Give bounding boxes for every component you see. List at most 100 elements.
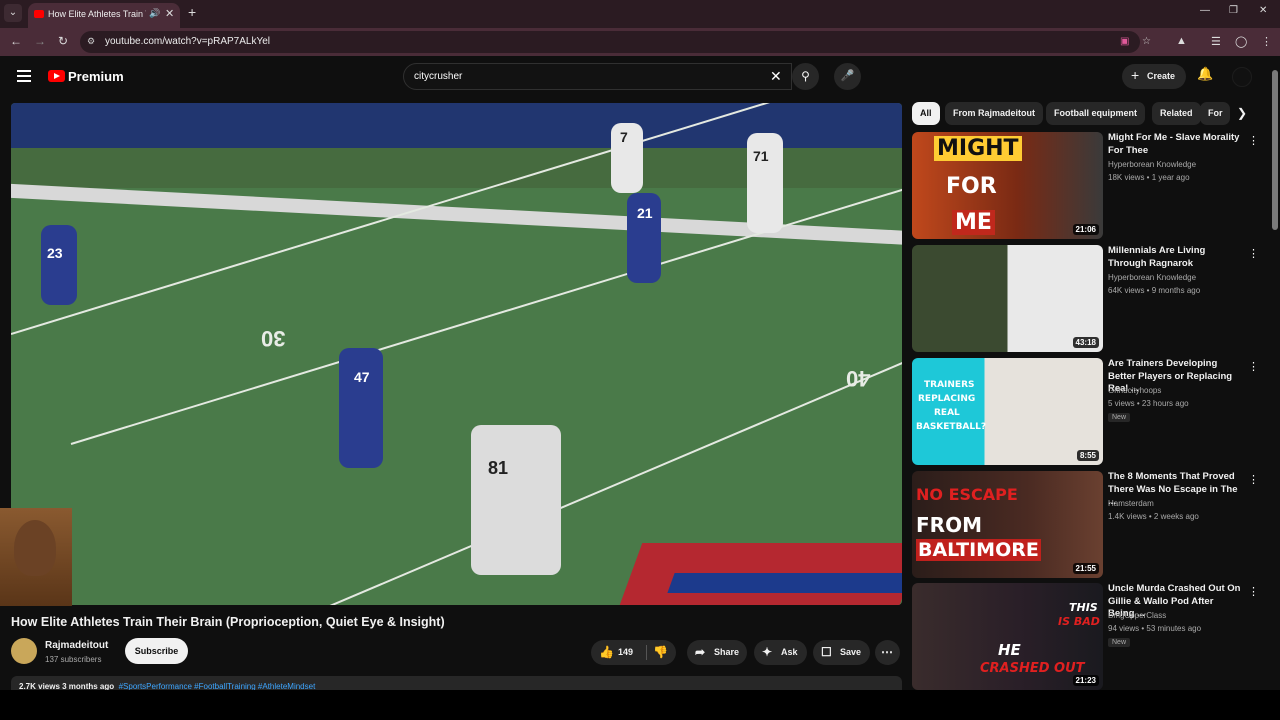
video-duration: 43:18 <box>1072 337 1099 348</box>
video-player[interactable]: 30 40 23 21 7 71 47 81 <box>11 103 902 605</box>
plus-icon: + <box>1131 67 1140 83</box>
more-actions-button[interactable]: ⋯ <box>875 640 900 665</box>
reload-icon[interactable]: ↻ <box>58 34 68 48</box>
rec-channel[interactable]: Hyperborean Knowledge <box>1108 160 1196 169</box>
create-label: Create <box>1147 71 1176 81</box>
football-player <box>339 348 383 468</box>
presenter-face <box>14 520 56 576</box>
field-number: 30 <box>261 326 286 351</box>
jersey-number: 21 <box>637 205 653 221</box>
thumbnail-text: TRAINERS <box>924 380 975 390</box>
rec-channel[interactable]: Hyperborean Knowledge <box>1108 273 1196 282</box>
chip-football-equipment[interactable]: Football equipment <box>1046 102 1145 125</box>
bookmark-star-icon[interactable]: ☆ <box>1142 36 1151 47</box>
new-tab-plus-icon[interactable]: + <box>188 4 196 20</box>
rec-title[interactable]: Might For Me - Slave Morality For Thee <box>1108 132 1242 157</box>
notifications-bell-icon[interactable]: 🔔 <box>1197 66 1213 82</box>
bookmark-icon: ☐ <box>821 645 832 659</box>
create-button[interactable]: + Create <box>1122 64 1186 89</box>
share-label: Share <box>714 647 740 657</box>
search-value: citycrusher <box>414 71 463 82</box>
video-thumbnail[interactable]: TRAINERS REPLACING REAL BASKETBALL? 8:55 <box>912 358 1103 465</box>
thumbs-up-icon[interactable]: 👍 <box>599 645 614 659</box>
recommendation-item[interactable]: NO ESCAPE FROM BALTIMORE 21:55 The 8 Mom… <box>912 471 1262 579</box>
recommendation-item[interactable]: MIGHT FOR ME 21:06 Might For Me - Slave … <box>912 132 1262 240</box>
more-vertical-icon[interactable]: ⋮ <box>1248 473 1259 486</box>
chip-all[interactable]: All <box>912 102 940 125</box>
youtube-logo-icon[interactable] <box>48 70 65 82</box>
youtube-header: Premium citycrusher ✕ ⚲ 🎤 + Create 🔔 <box>0 56 1270 98</box>
hashtags[interactable]: #SportsPerformance #FootballTraining #At… <box>119 682 316 690</box>
chevron-right-icon[interactable]: ❯ <box>1237 106 1247 120</box>
recommendation-item[interactable]: 43:18 Millennials Are Living Through Rag… <box>912 245 1262 353</box>
thumbnail-text: REAL <box>934 408 960 418</box>
recommendation-item[interactable]: THIS IS BAD HE CRASHED OUT 21:23 Uncle M… <box>912 583 1262 691</box>
tab-close-icon[interactable]: ✕ <box>165 7 174 20</box>
thumbnail-text: MIGHT <box>934 136 1022 161</box>
endzone-paint-blue <box>667 573 902 593</box>
profile-icon[interactable]: ◯ <box>1235 35 1247 48</box>
thumbs-down-icon[interactable]: 👎 <box>653 645 668 659</box>
rec-meta: 5 views • 23 hours ago <box>1108 399 1189 408</box>
jersey-number: 71 <box>753 148 769 164</box>
video-title: How Elite Athletes Train Their Brain (Pr… <box>11 615 445 629</box>
address-bar[interactable]: ⚙ youtube.com/watch?v=pRAP7ALkYel ▣ ☆ <box>80 31 1151 53</box>
rec-channel[interactable]: Grindcityhoops <box>1108 386 1161 395</box>
browser-tab[interactable]: How Elite Athletes Train Th 🔊 ✕ <box>28 3 180 28</box>
like-divider <box>646 645 647 660</box>
page-scrollbar[interactable] <box>1270 56 1280 690</box>
microphone-icon[interactable]: 🎤 <box>834 63 861 90</box>
more-vertical-icon[interactable]: ⋮ <box>1248 134 1259 147</box>
video-thumbnail[interactable]: 43:18 <box>912 245 1103 352</box>
rec-channel[interactable]: BmgUpperClass <box>1108 611 1166 620</box>
search-icon[interactable]: ⚲ <box>792 63 819 90</box>
save-button[interactable]: ☐ Save <box>813 640 870 665</box>
like-dislike-group: 👍 149 👎 <box>591 640 676 665</box>
speaker-icon[interactable]: 🔊 <box>149 8 160 19</box>
scrollbar-thumb[interactable] <box>1272 70 1278 230</box>
extensions-icon[interactable]: ▲ <box>1176 35 1187 47</box>
maximize-icon[interactable]: ❐ <box>1229 5 1238 16</box>
clear-search-icon[interactable]: ✕ <box>770 68 782 85</box>
thumbnail-text: ME <box>952 210 995 235</box>
like-count[interactable]: 149 <box>618 647 633 657</box>
chip-from-channel[interactable]: From Rajmadeitout <box>945 102 1044 125</box>
rec-title[interactable]: Millennials Are Living Through Ragnarok <box>1108 245 1242 270</box>
video-thumbnail[interactable]: NO ESCAPE FROM BALTIMORE 21:55 <box>912 471 1103 578</box>
more-vertical-icon[interactable]: ⋮ <box>1248 247 1259 260</box>
more-vertical-icon[interactable]: ⋮ <box>1248 585 1259 598</box>
channel-name[interactable]: Rajmadeitout <box>45 640 108 651</box>
media-control-icon[interactable]: ☰ <box>1211 35 1221 48</box>
back-icon[interactable]: ← <box>10 34 22 48</box>
description-box[interactable]: 2.7K views 3 months ago #SportsPerforman… <box>11 676 902 690</box>
minimize-icon[interactable]: — <box>1200 5 1210 16</box>
thumbnail-text: REPLACING <box>918 394 976 404</box>
window-close-icon[interactable]: ✕ <box>1259 5 1267 16</box>
share-button[interactable]: ➦ Share <box>687 640 747 665</box>
recommendation-item[interactable]: TRAINERS REPLACING REAL BASKETBALL? 8:55… <box>912 358 1262 466</box>
football-player <box>41 225 77 305</box>
more-horizontal-icon: ⋯ <box>881 645 893 659</box>
search-input[interactable]: citycrusher ✕ <box>403 63 792 90</box>
rec-channel[interactable]: Hamsterdam <box>1108 499 1154 508</box>
chip-related[interactable]: Related <box>1152 102 1201 125</box>
tab-search-icon[interactable]: ⌄ <box>4 4 22 22</box>
more-vertical-icon[interactable]: ⋮ <box>1248 360 1259 373</box>
channel-avatar[interactable] <box>11 638 37 664</box>
hamburger-menu-icon[interactable] <box>17 70 31 82</box>
new-badge: New <box>1108 638 1131 647</box>
browser-menu-icon[interactable]: ⋮ <box>1261 35 1272 48</box>
video-thumbnail[interactable]: MIGHT FOR ME 21:06 <box>912 132 1103 239</box>
premium-logo-text[interactable]: Premium <box>68 69 124 84</box>
video-thumbnail[interactable]: THIS IS BAD HE CRASHED OUT 21:23 <box>912 583 1103 690</box>
ask-button[interactable]: ✦ Ask <box>754 640 807 665</box>
thumbnail-text: FROM <box>916 513 982 537</box>
forward-icon[interactable]: → <box>34 34 46 48</box>
account-avatar[interactable] <box>1232 67 1252 87</box>
thumbnail-text: CRASHED OUT <box>980 661 1085 676</box>
subscribe-button[interactable]: Subscribe <box>125 638 188 664</box>
field-number: 40 <box>846 366 871 391</box>
cast-icon[interactable]: ▣ <box>1120 36 1129 47</box>
site-info-icon[interactable]: ⚙ <box>87 36 95 47</box>
chip-for-you[interactable]: For <box>1200 102 1230 125</box>
